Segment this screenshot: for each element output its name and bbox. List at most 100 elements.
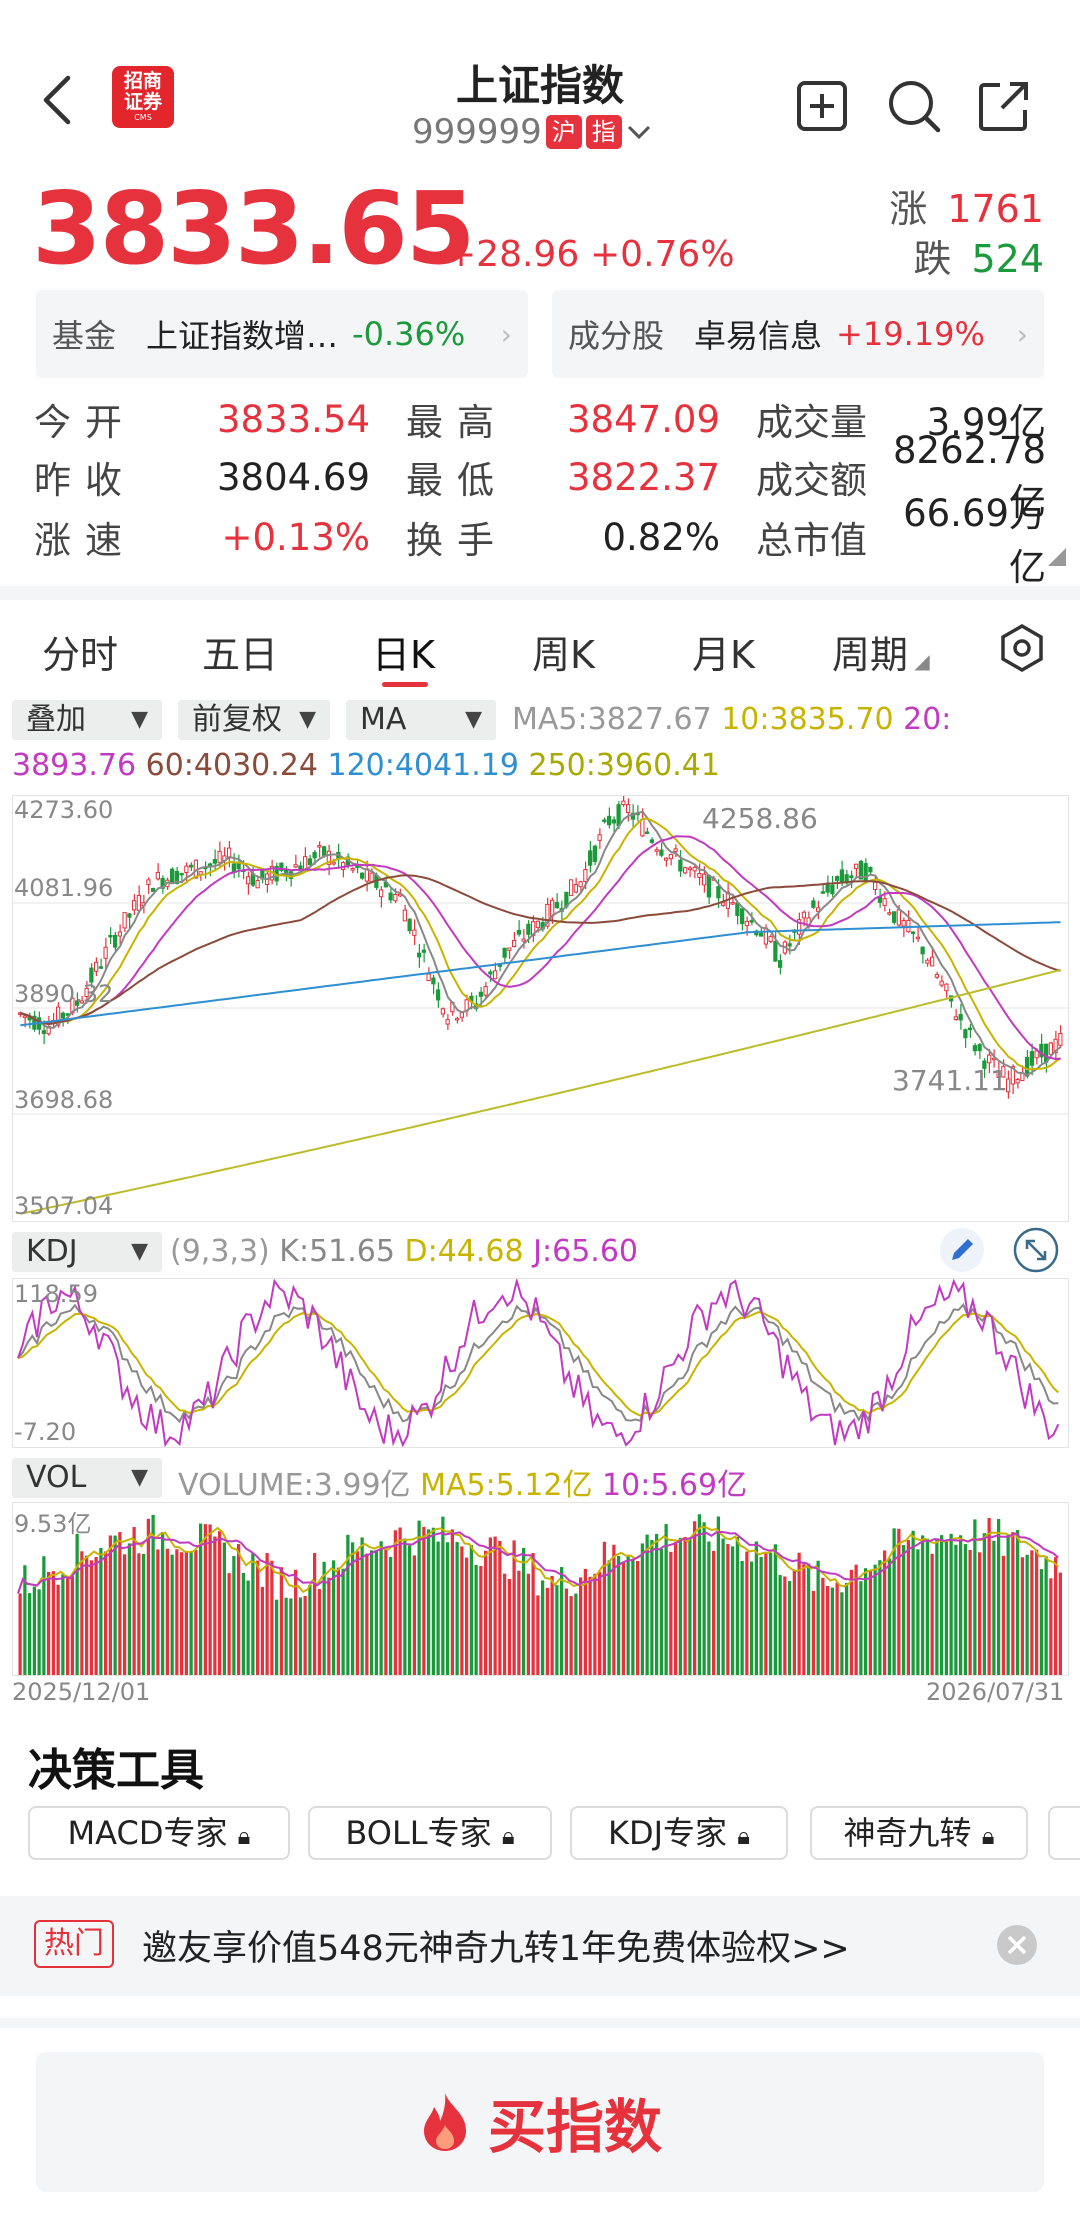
tab-period-label: 周期 <box>832 633 909 677</box>
tool-chip-nine-turn[interactable]: 神奇九转 🔒︎ <box>810 1806 1028 1860</box>
tab-period[interactable]: 周期 ◢ <box>832 624 930 679</box>
search-icon[interactable] <box>886 78 942 134</box>
expand-corner-icon[interactable] <box>1048 548 1066 566</box>
share-icon[interactable] <box>976 78 1032 134</box>
candle-body <box>811 900 816 908</box>
y-axis-label: 3698.68 <box>14 1086 114 1114</box>
candle-body <box>868 866 873 873</box>
volume-bar <box>1016 1530 1020 1675</box>
volume-bar <box>18 1593 22 1675</box>
overlay-dropdown[interactable]: 叠加 ▼ <box>12 700 162 740</box>
volume-bar <box>968 1550 972 1675</box>
volume-bar <box>70 1576 74 1675</box>
chevron-right-icon: › <box>500 317 512 351</box>
candle-body <box>659 849 664 856</box>
tool-chip-macd[interactable]: MACD专家 🔒︎ <box>28 1806 290 1860</box>
close-icon[interactable] <box>996 1924 1038 1966</box>
volume-bar <box>650 1540 654 1675</box>
candle-body <box>455 1017 460 1021</box>
indicator-dropdown[interactable]: MA ▼ <box>346 700 496 740</box>
volume-bar <box>322 1561 326 1675</box>
tab-five-day[interactable]: 五日 <box>202 624 278 679</box>
candle-body <box>407 918 412 932</box>
candle-body <box>151 888 156 892</box>
candle-body <box>412 929 417 936</box>
edit-pencil-icon[interactable] <box>938 1226 986 1274</box>
fullscreen-icon[interactable] <box>1012 1226 1060 1274</box>
ma-values-line1: MA5:3827.67 10:3835.70 20: <box>512 702 951 737</box>
candlestick-chart[interactable] <box>12 792 1069 1222</box>
volume-bar <box>750 1561 754 1675</box>
stock-name: 卓易信息 <box>694 317 823 355</box>
volume-bar <box>156 1549 160 1675</box>
candle-body <box>440 1008 445 1015</box>
volume-bar <box>56 1584 60 1675</box>
stat-label: 最低 <box>406 459 508 502</box>
candle-body <box>735 902 740 916</box>
volume-bar <box>165 1548 169 1675</box>
volume-bar <box>816 1560 820 1675</box>
tab-intraday[interactable]: 分时 <box>42 624 118 679</box>
volume-bar <box>674 1542 678 1675</box>
candle-body <box>1025 1056 1030 1077</box>
tab-daily-k[interactable]: 日K <box>372 624 435 679</box>
volume-bar <box>303 1595 307 1675</box>
lock-icon: 🔒︎ <box>237 1822 251 1850</box>
volume-bar <box>517 1570 521 1675</box>
volume-bar <box>1025 1554 1029 1675</box>
candle-body <box>550 899 555 917</box>
candle-body <box>763 927 768 945</box>
tool-chip-kdj[interactable]: KDJ专家 🔒︎ <box>570 1806 788 1860</box>
security-code-selector[interactable]: 999999 沪 指 <box>412 112 652 152</box>
volume-chart[interactable] <box>12 1502 1069 1676</box>
stat-value: +0.13% <box>221 515 370 559</box>
volume-bar <box>598 1571 602 1675</box>
volume-bar <box>864 1568 868 1675</box>
candle-body <box>379 889 384 898</box>
volume-bar <box>389 1556 393 1675</box>
volume-bar <box>612 1544 616 1675</box>
stock-change: +19.19% <box>836 315 985 353</box>
volume-bar <box>42 1556 46 1675</box>
kdj-dropdown[interactable]: KDJ ▼ <box>12 1232 162 1272</box>
volume-bar <box>132 1527 136 1675</box>
tab-monthly-k[interactable]: 月K <box>692 624 755 679</box>
candle-body <box>830 884 835 895</box>
volume-bar <box>617 1556 621 1675</box>
related-fund-card[interactable]: 基金 上证指数增… -0.36% › <box>36 290 528 378</box>
vol-dropdown[interactable]: VOL ▼ <box>12 1458 162 1498</box>
y-axis-label: 4273.60 <box>14 796 114 824</box>
caret-down-icon: ◢ <box>908 649 930 673</box>
candle-body <box>621 800 626 806</box>
volume-bar <box>28 1593 32 1675</box>
volume-bar <box>123 1554 127 1675</box>
candle-body <box>388 892 393 901</box>
candle-body <box>873 881 878 891</box>
candle-body <box>597 834 602 841</box>
buy-index-button[interactable]: 买指数 <box>36 2052 1044 2192</box>
kdj-chart[interactable] <box>12 1277 1069 1448</box>
candle-body <box>972 1045 977 1052</box>
volume-bar <box>180 1552 184 1675</box>
volume-bar <box>237 1544 241 1675</box>
tab-weekly-k[interactable]: 周K <box>532 624 595 679</box>
constituent-stock-card[interactable]: 成分股 卓易信息 +19.19% › <box>552 290 1044 378</box>
volume-bar <box>588 1576 592 1675</box>
candle-body <box>217 850 222 864</box>
tool-chip-boll[interactable]: BOLL专家 🔒︎ <box>308 1806 552 1860</box>
kdj-axis-top: 118.59 <box>14 1280 98 1308</box>
chart-settings-icon[interactable] <box>996 622 1048 674</box>
volume-bar <box>826 1586 830 1675</box>
volume-bar <box>379 1541 383 1675</box>
adjust-dropdown[interactable]: 前复权 ▼ <box>178 700 330 740</box>
volume-bar <box>108 1535 112 1675</box>
tool-chip-more[interactable] <box>1048 1806 1080 1860</box>
add-watchlist-icon[interactable] <box>794 78 850 134</box>
promo-text[interactable]: 邀友享价值548元神奇九转1年免费体验权>> <box>142 1920 850 1971</box>
volume-bar <box>745 1551 749 1675</box>
fund-name: 上证指数增… <box>146 317 339 355</box>
candle-body <box>212 859 217 864</box>
tool-chip-label: MACD专家 <box>67 1814 228 1852</box>
fund-change: -0.36% <box>352 315 466 353</box>
volume-bar <box>1030 1550 1034 1675</box>
